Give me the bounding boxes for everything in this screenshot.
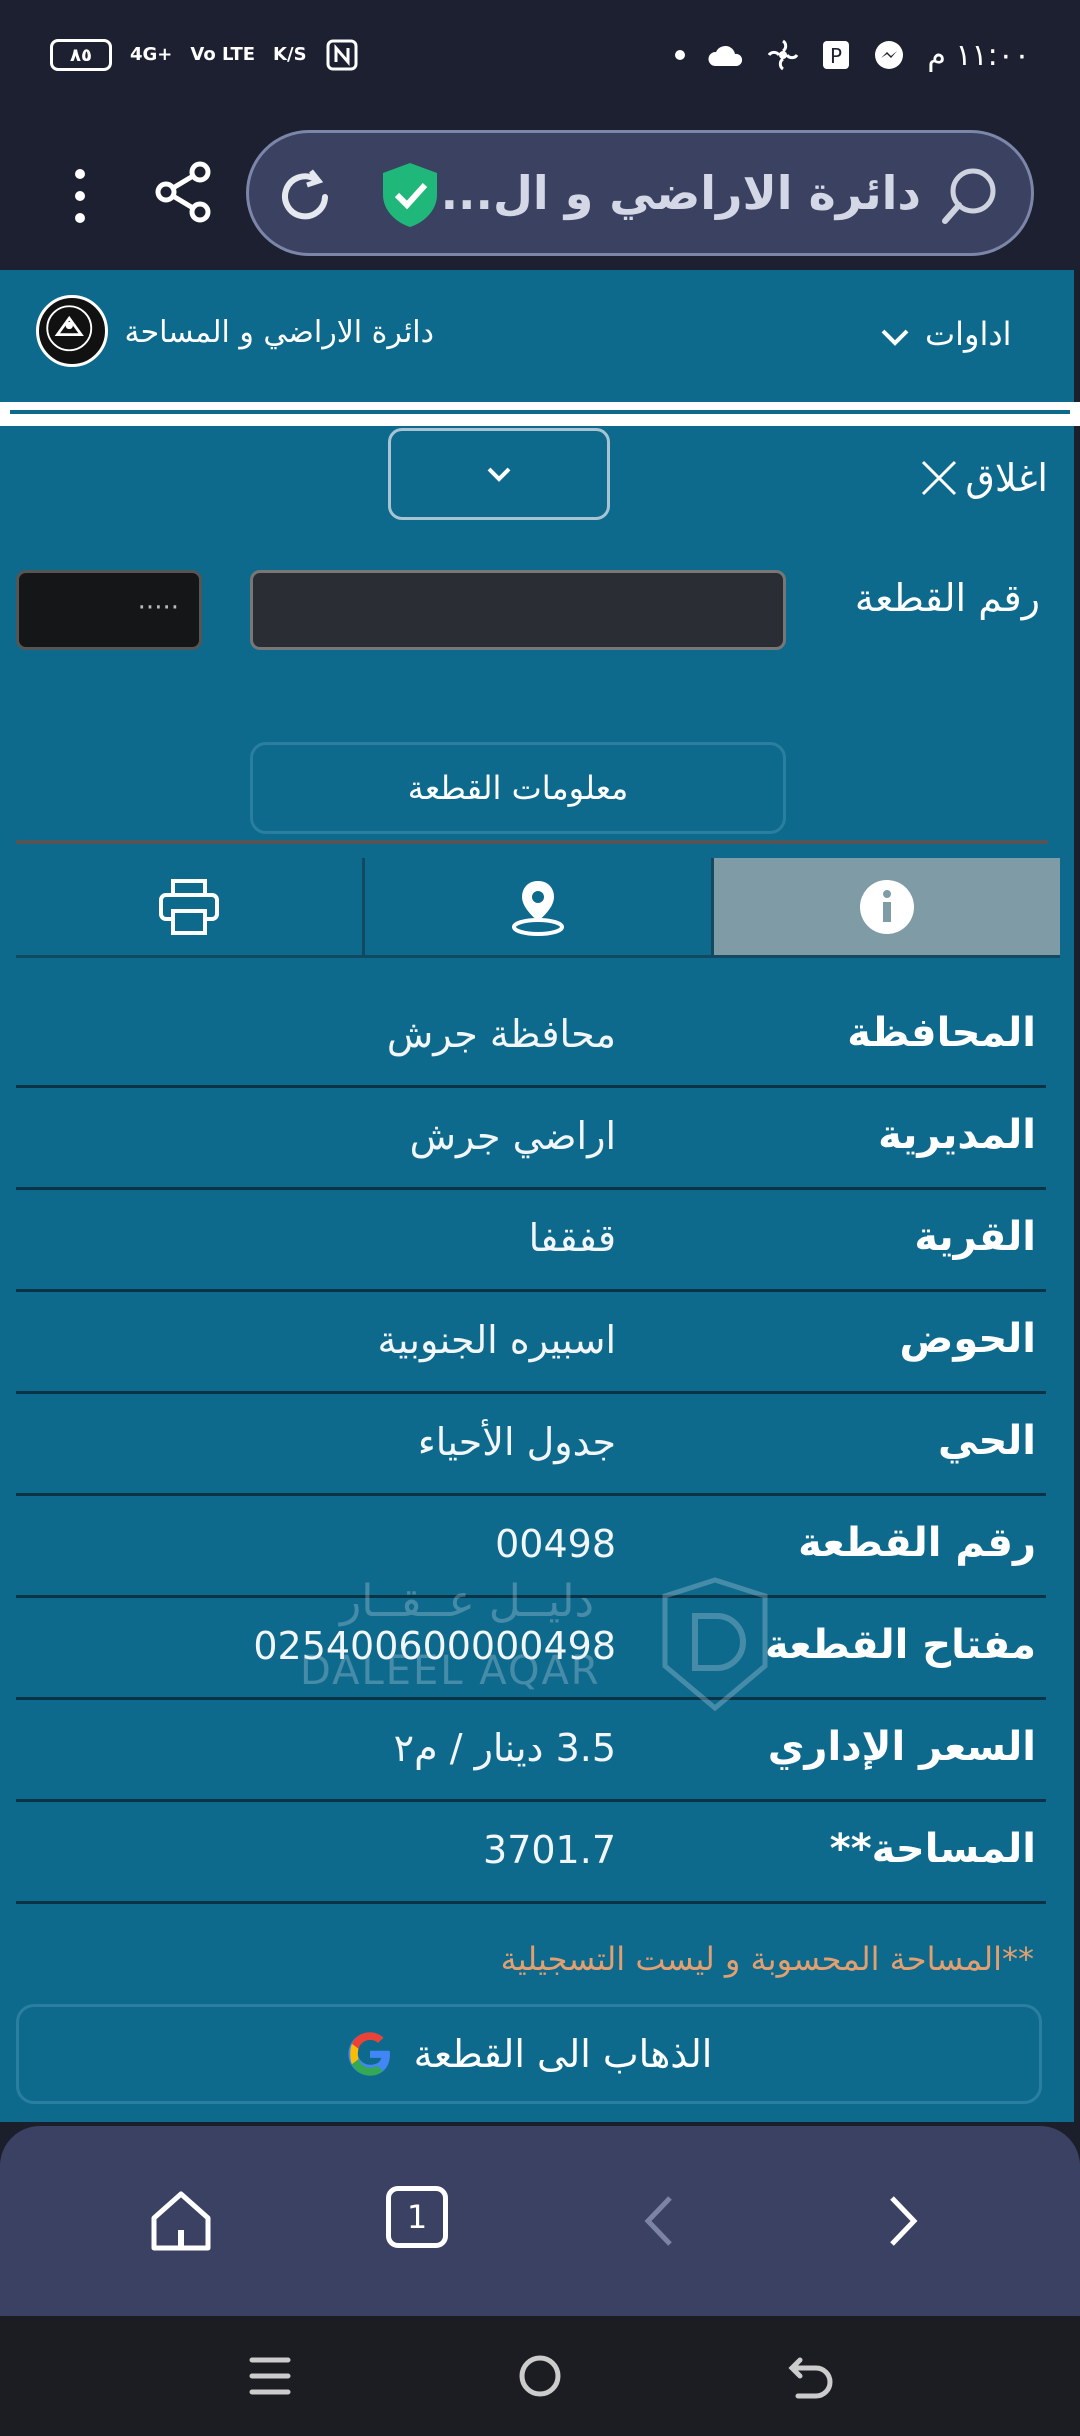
back-button-icon[interactable] — [780, 2346, 840, 2406]
tab-print[interactable] — [16, 858, 362, 958]
address-bar[interactable]: دائرة الاراضي و ال... — [246, 130, 1034, 256]
row-value: 3701.7 — [483, 1828, 616, 1872]
tools-menu[interactable]: اداوات — [925, 315, 1012, 353]
secure-shield-icon[interactable] — [379, 161, 441, 229]
info-icon — [860, 879, 914, 934]
watermark-logo-icon — [662, 1577, 768, 1712]
plot-number-input[interactable] — [250, 570, 786, 650]
chevron-down-icon — [881, 329, 909, 346]
watermark-text-en: DALEEL AQAR — [300, 1648, 601, 1694]
cloud-icon — [708, 45, 743, 66]
secondary-input[interactable]: ····· — [16, 570, 202, 650]
battery-level: ٨٥ — [70, 44, 92, 66]
close-label: اغلاق — [965, 456, 1048, 500]
back-arrow-icon[interactable] — [626, 2186, 696, 2256]
parking-app-icon: P — [823, 41, 850, 69]
area-footnote: **المساحة المحسوبة و ليست التسجيلية — [500, 1940, 1034, 1978]
tab-location[interactable] — [362, 858, 711, 958]
close-icon — [922, 460, 957, 496]
forward-arrow-icon[interactable] — [866, 2186, 936, 2256]
row-value: محافظة جرش — [386, 1012, 616, 1056]
row-value: 3.5 دينار / م٢ — [393, 1726, 616, 1770]
go-to-plot-button[interactable]: الذهاب الى القطعة — [16, 2004, 1042, 2104]
recent-apps-icon[interactable] — [240, 2346, 300, 2406]
plot-info-panel: اغلاق رقم القطعة ····· معلومات القطعة ال… — [0, 426, 1074, 2122]
search-icon — [942, 168, 996, 224]
home-button-icon[interactable] — [510, 2346, 570, 2406]
data-speed: K/S — [273, 44, 307, 65]
row-key: السعر الإداري — [767, 1724, 1036, 1770]
row-key: الحوض — [899, 1316, 1036, 1362]
plot-details-table: المحافظة محافظة جرش المديرية اراضي جرش الق… — [16, 986, 1046, 1904]
detail-row-area: المساحة** 3701.7 — [16, 1802, 1046, 1904]
row-value: قفقفا — [528, 1216, 616, 1260]
page-title-url: دائرة الاراضي و ال... — [440, 166, 921, 220]
row-value: 00498 — [495, 1522, 616, 1566]
row-value: اسبيره الجنوبية — [377, 1318, 616, 1362]
detail-row-village: القرية قفقفا — [16, 1190, 1046, 1292]
more-menu-icon[interactable] — [70, 168, 90, 224]
home-icon[interactable] — [146, 2186, 216, 2256]
row-key: المديرية — [878, 1112, 1036, 1158]
reload-icon[interactable] — [275, 167, 335, 227]
volte-indicator: Vo LTE — [190, 44, 256, 65]
detail-row-basin: الحوض اسبيره الجنوبية — [16, 1292, 1046, 1394]
plot-info-button[interactable]: معلومات القطعة — [250, 742, 786, 834]
row-key: رقم القطعة — [798, 1520, 1036, 1566]
map-pin-icon — [512, 880, 564, 936]
nfc-icon — [326, 39, 358, 71]
site-logo[interactable] — [36, 295, 108, 367]
status-bar: ٨٥ 4G+ Vo LTE K/S P ١١:٠٠ م — [0, 0, 1080, 110]
network-type: 4G+ — [130, 44, 173, 65]
tabs-count-button[interactable]: 1 — [386, 2186, 448, 2248]
site-title: دائرة الاراضي و المساحة — [124, 315, 434, 350]
detail-row-district: الحي جدول الأحياء — [16, 1394, 1046, 1496]
collapse-toggle-button[interactable] — [388, 428, 610, 520]
site-header: اداوات دائرة الاراضي و المساحة — [0, 270, 1074, 402]
row-value: اراضي جرش — [409, 1114, 616, 1158]
detail-row-governorate: المحافظة محافظة جرش — [16, 986, 1046, 1088]
row-key: المساحة** — [829, 1826, 1036, 1872]
row-key: المحافظة — [847, 1010, 1036, 1056]
google-icon — [348, 2032, 390, 2076]
messenger-icon — [875, 41, 904, 69]
header-divider — [0, 402, 1080, 426]
watermark: دليــل عــقــار DALEEL AQAR — [300, 1576, 780, 1716]
browser-toolbar: دائرة الاراضي و ال... — [0, 110, 1080, 270]
row-value: جدول الأحياء — [417, 1420, 616, 1464]
clock: ١١:٠٠ م — [927, 37, 1030, 73]
printer-icon — [159, 878, 219, 935]
svg-text:P: P — [830, 44, 842, 68]
notification-dot — [675, 50, 686, 60]
row-key: مفتاح القطعة — [765, 1622, 1036, 1668]
go-to-plot-label: الذهاب الى القطعة — [413, 2032, 713, 2076]
battery-icon: ٨٥ — [50, 39, 112, 71]
share-icon[interactable] — [152, 160, 216, 224]
section-divider — [16, 840, 1048, 844]
row-key: الحي — [937, 1418, 1036, 1464]
chevron-down-icon — [487, 467, 511, 482]
system-navigation-bar — [0, 2316, 1080, 2436]
tab-info[interactable] — [711, 858, 1060, 958]
watermark-text-ar: دليــل عــقــار — [340, 1576, 595, 1627]
close-button[interactable]: اغلاق — [919, 456, 1048, 500]
browser-bottom-toolbar: 1 — [0, 2126, 1080, 2316]
plot-number-label: رقم القطعة — [854, 576, 1040, 620]
detail-row-directorate: المديرية اراضي جرش — [16, 1088, 1046, 1190]
row-key: القرية — [914, 1214, 1036, 1260]
panel-tabs — [16, 858, 1060, 958]
fan-icon — [768, 39, 799, 71]
